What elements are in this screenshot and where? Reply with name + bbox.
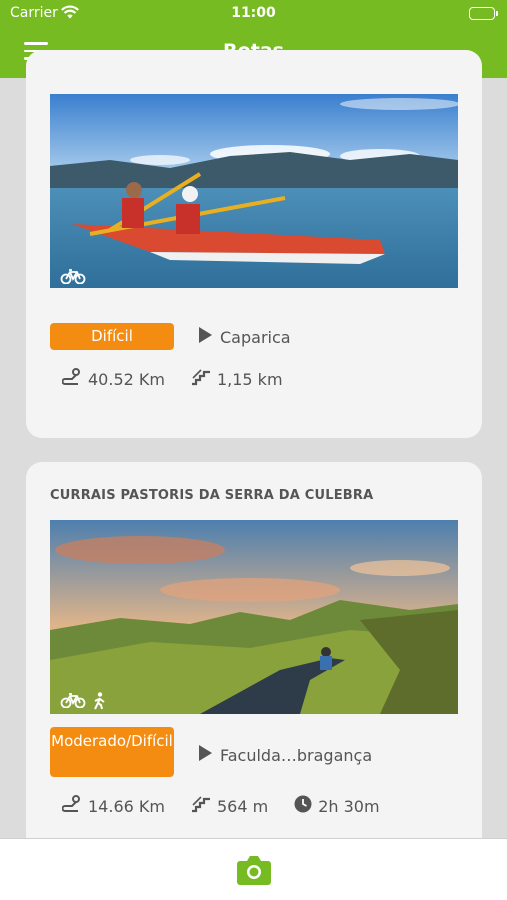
route-photo-hills[interactable] [50,520,458,714]
start-location: Caparica [198,327,291,347]
clock: 11:00 [231,5,276,21]
distance-stat: 40.52 Km [61,368,165,390]
bike-icon [60,692,86,710]
elevation-value: 564 m [216,796,269,816]
route-stats: 14.66 Km 564 m 2h 30m [61,795,406,817]
elevation-value: 1,15 km [216,369,283,389]
difficulty-badge: Difícil [50,323,174,350]
stairs-icon [191,795,211,817]
route-icon [61,795,82,817]
start-location-label: Caparica [220,327,291,347]
route-icon [61,368,82,390]
walk-icon [92,692,106,710]
route-photo-kayak[interactable] [50,94,458,288]
play-icon [198,745,212,765]
battery-icon [469,7,498,20]
route-card[interactable]: Difícil Caparica 40.52 Km 1,15 km [26,50,482,438]
play-icon [198,327,212,347]
bike-icon [60,268,86,284]
bottom-toolbar [0,838,507,900]
status-bar: Carrier 11:00 [0,0,507,28]
start-location: Faculda…bragança [198,745,372,765]
route-card[interactable]: CURRAIS PASTORIS DA SERRA DA CULEBRA Mod… [26,462,482,882]
distance-value: 40.52 Km [88,369,165,389]
route-stats: 40.52 Km 1,15 km [61,368,309,390]
difficulty-badge: Moderado/Difícil [50,727,174,777]
elevation-stat: 1,15 km [191,368,283,390]
camera-icon[interactable] [236,854,272,890]
duration-value: 2h 30m [318,796,380,816]
distance-stat: 14.66 Km [61,795,165,817]
elevation-stat: 564 m [191,795,268,817]
route-title: CURRAIS PASTORIS DA SERRA DA CULEBRA [50,488,374,503]
start-location-label: Faculda…bragança [220,745,373,765]
clock-icon [294,795,312,817]
duration-stat: 2h 30m [294,795,380,817]
stairs-icon [191,368,211,390]
distance-value: 14.66 Km [88,796,165,816]
